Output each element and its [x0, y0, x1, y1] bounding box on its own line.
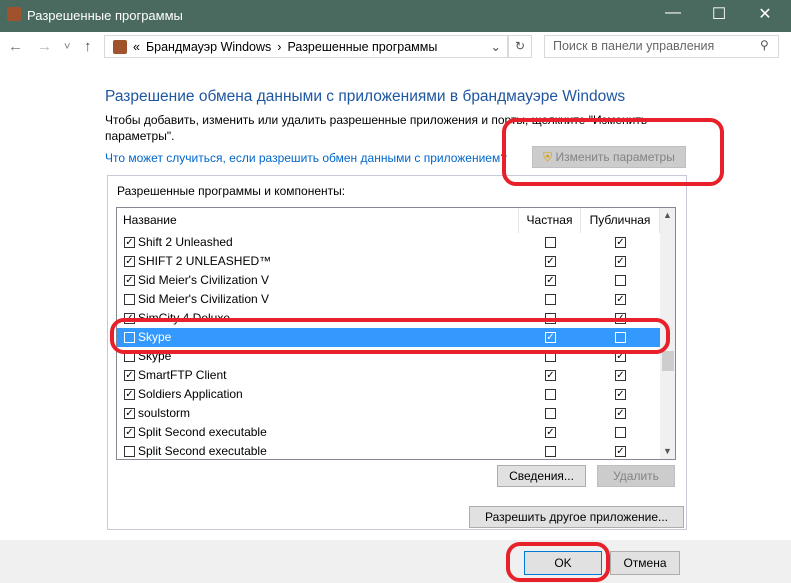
enabled-checkbox[interactable]: ✓ [124, 275, 135, 286]
breadcrumb-separator: › [277, 39, 282, 54]
public-checkbox[interactable]: ✓ [615, 389, 626, 400]
private-checkbox[interactable] [545, 237, 556, 248]
enabled-checkbox[interactable]: ✓ [124, 408, 135, 419]
public-checkbox[interactable] [615, 427, 626, 438]
back-button[interactable]: ← [8, 38, 23, 55]
public-checkbox[interactable]: ✓ [615, 408, 626, 419]
table-row[interactable]: ✓ SHIFT 2 UNLEASHED™ ✓ ✓ [117, 252, 660, 271]
enabled-checkbox[interactable]: ✓ [124, 256, 135, 267]
chevron-down-icon[interactable]: ⌄ [491, 39, 501, 54]
program-name: SmartFTP Client [138, 368, 227, 382]
recent-locations-button[interactable]: ˅ [64, 41, 70, 53]
public-checkbox[interactable]: ✓ [615, 237, 626, 248]
public-checkbox[interactable] [615, 275, 626, 286]
minimize-button[interactable]: — [658, 4, 688, 22]
enabled-checkbox[interactable] [124, 446, 135, 457]
program-name: Shift 2 Unleashed [138, 235, 233, 249]
private-checkbox[interactable]: ✓ [545, 370, 556, 381]
column-name[interactable]: Название [117, 208, 519, 233]
program-name: Sid Meier's Civilization V [138, 292, 269, 306]
scroll-up-icon[interactable]: ▲ [663, 210, 672, 220]
search-icon: ⚲ [760, 38, 769, 52]
public-checkbox[interactable]: ✓ [615, 256, 626, 267]
enabled-checkbox[interactable]: ✓ [124, 389, 135, 400]
program-name: Split Second executable [138, 444, 267, 458]
firewall-icon [7, 7, 21, 21]
program-name: SHIFT 2 UNLEASHED™ [138, 254, 272, 268]
private-checkbox[interactable]: ✓ [545, 256, 556, 267]
page-heading: Разрешение обмена данными с приложениями… [105, 88, 626, 105]
private-checkbox[interactable]: ✓ [545, 275, 556, 286]
enabled-checkbox[interactable]: ✓ [124, 370, 135, 381]
enabled-checkbox[interactable]: ✓ [124, 427, 135, 438]
details-button[interactable]: Сведения... [497, 465, 586, 487]
up-button[interactable]: ↑ [84, 38, 92, 55]
address-bar[interactable]: « Брандмауэр Windows › Разрешенные прогр… [104, 35, 508, 58]
breadcrumb-prefix[interactable]: « [133, 40, 140, 54]
annotation-circle-ok [506, 542, 610, 582]
maximize-button[interactable]: ☐ [704, 4, 734, 24]
table-row[interactable]: Sid Meier's Civilization V ✓ [117, 290, 660, 309]
scroll-thumb[interactable] [662, 351, 674, 371]
table-row[interactable]: ✓ SmartFTP Client ✓ ✓ [117, 366, 660, 385]
table-row[interactable]: ✓ Shift 2 Unleashed ✓ [117, 233, 660, 252]
public-checkbox[interactable]: ✓ [615, 370, 626, 381]
window-title: Разрешенные программы [27, 8, 183, 23]
risk-link[interactable]: Что может случиться, если разрешить обме… [105, 151, 507, 165]
program-name: Soldiers Application [138, 387, 243, 401]
annotation-circle-change-settings [502, 118, 724, 186]
public-checkbox[interactable]: ✓ [615, 446, 626, 457]
close-button[interactable]: ✕ [750, 4, 780, 24]
table-row[interactable]: ✓ Sid Meier's Civilization V ✓ [117, 271, 660, 290]
program-name: soulstorm [138, 406, 191, 420]
enabled-checkbox[interactable]: ✓ [124, 237, 135, 248]
program-name: Sid Meier's Civilization V [138, 273, 269, 287]
column-public[interactable]: Публичная [581, 208, 660, 233]
private-checkbox[interactable]: ✓ [545, 427, 556, 438]
scroll-down-icon[interactable]: ▼ [663, 446, 672, 456]
column-private[interactable]: Частная [519, 208, 581, 233]
table-row[interactable]: Split Second executable ✓ [117, 442, 660, 459]
search-input[interactable]: Поиск в панели управления [544, 35, 779, 58]
allow-other-app-button[interactable]: Разрешить другое приложение... [469, 506, 684, 528]
program-name: Split Second executable [138, 425, 267, 439]
group-label: Разрешенные программы и компоненты: [117, 184, 346, 198]
forward-button[interactable]: → [37, 38, 52, 55]
title-bar: Разрешенные программы — ☐ ✕ [0, 0, 791, 32]
private-checkbox[interactable] [545, 408, 556, 419]
private-checkbox[interactable] [545, 294, 556, 305]
breadcrumb-firewall[interactable]: Брандмауэр Windows [146, 40, 271, 54]
public-checkbox[interactable]: ✓ [615, 294, 626, 305]
table-row[interactable]: ✓ Soldiers Application ✓ [117, 385, 660, 404]
enabled-checkbox[interactable] [124, 294, 135, 305]
table-row[interactable]: ✓ soulstorm ✓ [117, 404, 660, 423]
private-checkbox[interactable] [545, 446, 556, 457]
refresh-button[interactable]: ↻ [508, 35, 532, 58]
private-checkbox[interactable] [545, 389, 556, 400]
breadcrumb-allowed-programs[interactable]: Разрешенные программы [287, 40, 437, 54]
table-row[interactable]: ✓ Split Second executable ✓ [117, 423, 660, 442]
remove-button[interactable]: Удалить [597, 465, 675, 487]
cancel-button[interactable]: Отмена [610, 551, 680, 575]
control-panel-icon [113, 39, 127, 54]
annotation-circle-skype [110, 318, 670, 354]
